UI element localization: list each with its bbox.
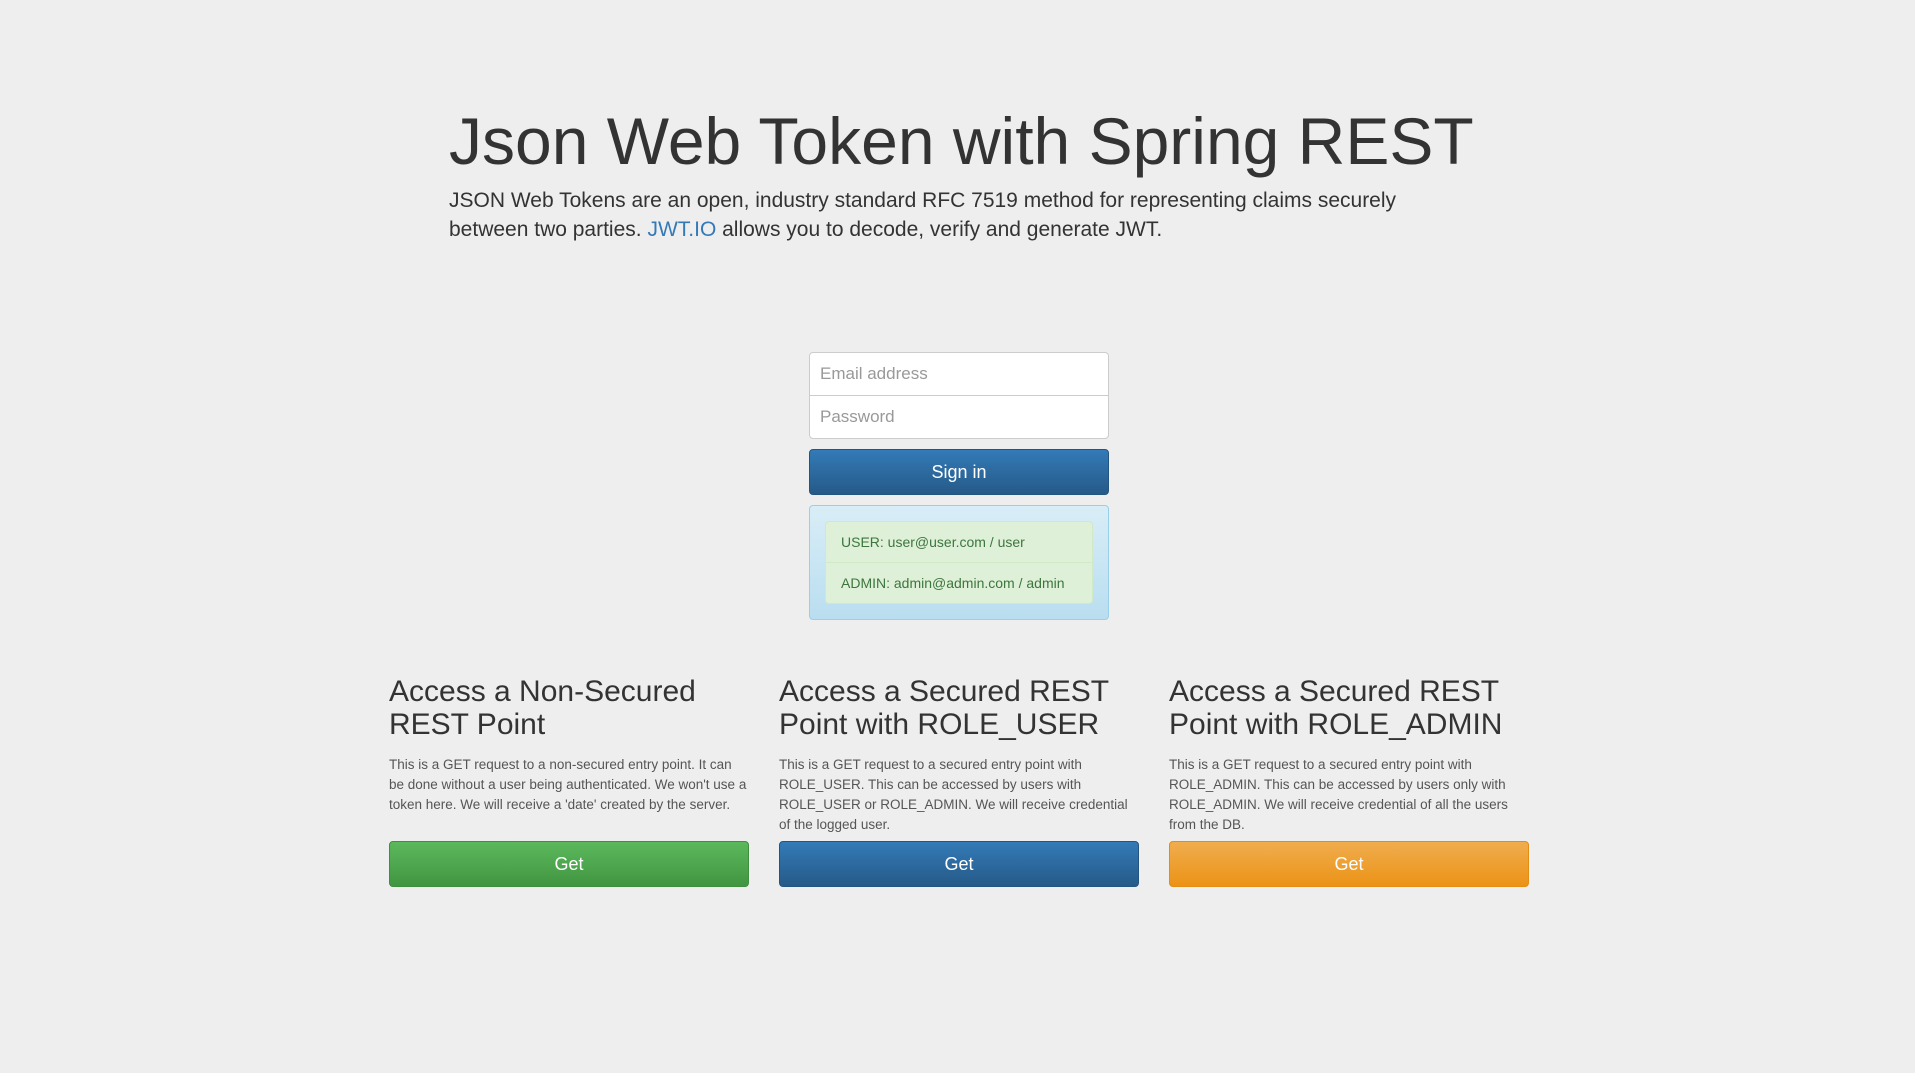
jwt-io-link[interactable]: JWT.IO: [647, 218, 716, 241]
page-title: Json Web Token with Spring REST: [449, 104, 1474, 178]
column-description: This is a GET request to a secured entry…: [1169, 757, 1508, 832]
credential-user: USER: user@user.com / user: [841, 534, 1025, 550]
login-form: Sign in USER: user@user.com / user ADMIN…: [809, 352, 1109, 620]
sign-in-button[interactable]: Sign in: [809, 449, 1109, 495]
column-heading: Access a Secured REST Point with ROLE_US…: [779, 675, 1109, 741]
credentials-list: USER: user@user.com / user ADMIN: admin@…: [825, 521, 1093, 604]
credential-admin: ADMIN: admin@admin.com / admin: [826, 562, 1092, 603]
intro-text: JSON Web Tokens are an open, industry st…: [449, 186, 1439, 244]
email-field[interactable]: [809, 352, 1109, 396]
column-description: This is a GET request to a secured entry…: [779, 757, 1128, 832]
password-field[interactable]: [809, 395, 1109, 439]
hero-section: Json Web Token with Spring REST JSON Web…: [449, 100, 1474, 244]
get-non-secured-button[interactable]: Get: [389, 841, 749, 887]
column-description: This is a GET request to a non-secured e…: [389, 757, 747, 812]
page: Json Web Token with Spring REST JSON Web…: [0, 0, 1915, 1073]
column-role-user: Access a Secured REST Point with ROLE_US…: [779, 675, 1139, 887]
column-non-secured: Access a Non-Secured REST Point This is …: [389, 675, 749, 887]
column-heading: Access a Non-Secured REST Point: [389, 675, 696, 741]
column-role-admin: Access a Secured REST Point with ROLE_AD…: [1169, 675, 1529, 887]
credentials-panel: USER: user@user.com / user ADMIN: admin@…: [809, 505, 1109, 620]
get-role-user-button[interactable]: Get: [779, 841, 1139, 887]
column-heading: Access a Secured REST Point with ROLE_AD…: [1169, 675, 1503, 741]
get-role-admin-button[interactable]: Get: [1169, 841, 1529, 887]
intro-text-end: allows you to decode, verify and generat…: [716, 218, 1163, 241]
